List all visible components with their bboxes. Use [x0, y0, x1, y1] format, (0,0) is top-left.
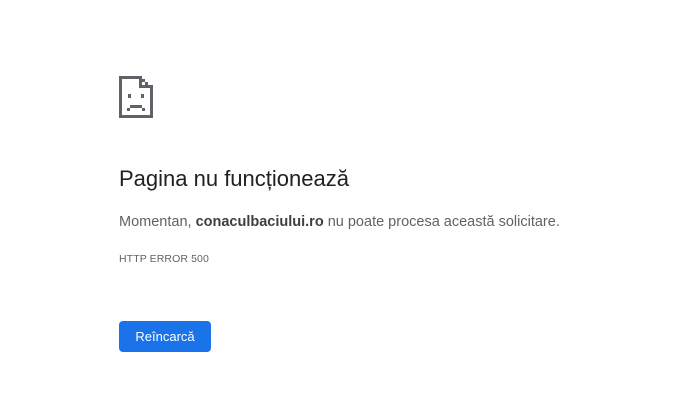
error-message: Momentan, conaculbaciului.ro nu poate pr…	[119, 214, 560, 230]
sad-page-icon	[119, 76, 153, 118]
page-title: Pagina nu funcționează	[119, 166, 349, 191]
error-domain: conaculbaciului.ro	[195, 214, 324, 230]
error-code: HTTP ERROR 500	[119, 253, 209, 265]
error-message-prefix: Momentan,	[119, 214, 196, 230]
error-page: Pagina nu funcționează Momentan, conacul…	[0, 0, 692, 406]
reload-button[interactable]: Reîncarcă	[119, 321, 211, 352]
error-message-suffix: nu poate procesa această solicitare.	[323, 214, 560, 230]
